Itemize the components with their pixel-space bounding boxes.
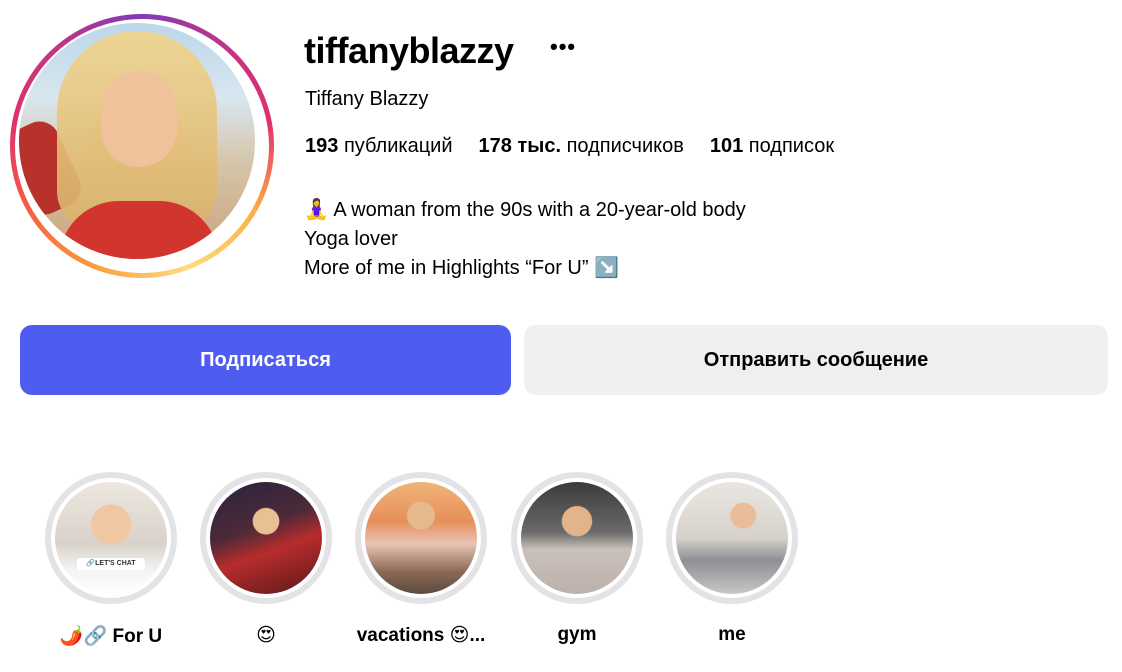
full-name: Tiffany Blazzy xyxy=(305,88,429,110)
profile-avatar[interactable] xyxy=(10,14,274,278)
highlight-image: 🔗LET'S CHAT MORE🌶️🔗 xyxy=(55,482,167,594)
send-message-button[interactable]: Отправить сообщение xyxy=(524,325,1108,395)
avatar-photo xyxy=(19,23,255,259)
posts-count: 193 xyxy=(305,135,339,157)
highlight-cover xyxy=(200,472,332,604)
highlight-label: 😍 xyxy=(256,625,276,646)
highlight-label: gym xyxy=(557,624,597,645)
highlight-me[interactable]: me xyxy=(665,472,799,646)
following-count: 101 xyxy=(709,135,744,157)
following-stat[interactable]: 101 подписок xyxy=(710,135,834,158)
followers-label: подписчиков xyxy=(566,135,684,157)
bio: 🧘‍♀️ A woman from the 90s with a 20-year… xyxy=(304,196,746,283)
bio-line: Yoga lover xyxy=(304,228,398,250)
highlight-label: vacations 😍... xyxy=(356,625,486,646)
posts-stat: 193 публикаций xyxy=(305,135,453,158)
more-options-icon[interactable]: ••• xyxy=(550,34,576,60)
highlight-cover xyxy=(666,472,798,604)
highlight-badge: 🔗LET'S CHAT MORE🌶️🔗 xyxy=(77,558,145,570)
following-label: подписок xyxy=(748,135,835,157)
followers-stat[interactable]: 178 тыс. подписчиков xyxy=(479,135,684,158)
highlight-image xyxy=(210,482,322,594)
bio-line: 🧘‍♀️ A woman from the 90s with a 20-year… xyxy=(304,199,746,221)
highlight-label: me xyxy=(718,624,746,645)
highlight-image xyxy=(676,482,788,594)
followers-count: 178 тыс. xyxy=(478,135,561,157)
highlight-image xyxy=(521,482,633,594)
username: tiffanyblazzy xyxy=(304,30,514,71)
highlight-label: 🌶️🔗 For U xyxy=(59,626,163,647)
highlight-image xyxy=(365,482,477,594)
profile-stats: 193 публикаций 178 тыс. подписчиков 101 … xyxy=(305,135,834,158)
highlight-for-u[interactable]: 🔗LET'S CHAT MORE🌶️🔗 🌶️🔗 For U xyxy=(44,472,178,648)
profile-page: tiffanyblazzy ••• Tiffany Blazzy 193 пуб… xyxy=(0,0,1122,672)
highlight-gym[interactable]: gym xyxy=(510,472,644,646)
follow-button[interactable]: Подписаться xyxy=(20,325,511,395)
bio-line: More of me in Highlights “For U” ↘️ xyxy=(304,257,619,279)
highlight-heart-eyes[interactable]: 😍 xyxy=(199,472,333,647)
highlight-cover: 🔗LET'S CHAT MORE🌶️🔗 xyxy=(45,472,177,604)
highlight-cover xyxy=(355,472,487,604)
highlight-cover xyxy=(511,472,643,604)
posts-label: публикаций xyxy=(343,135,453,157)
highlight-vacations[interactable]: vacations 😍... xyxy=(354,472,488,647)
